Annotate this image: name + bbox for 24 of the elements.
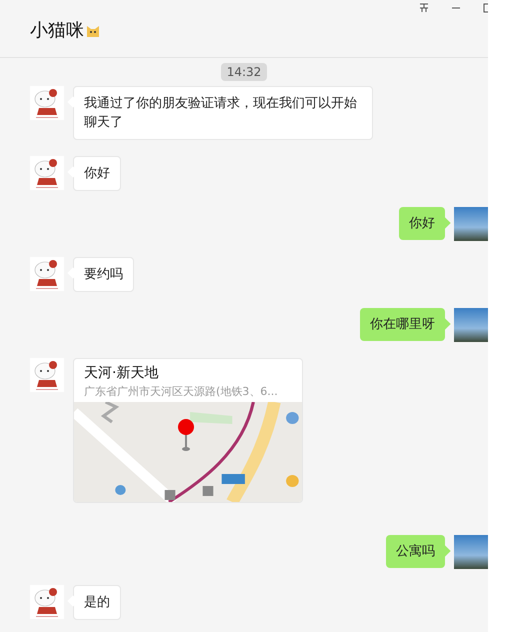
chat-title: 小猫咪: [30, 19, 84, 43]
cartoon-cat-avatar: [30, 257, 64, 291]
message-bubble: 要约吗: [73, 257, 134, 292]
location-card[interactable]: 天河·新天地 广东省广州市天河区天源路(地铁3、6...: [73, 358, 303, 503]
photo-placeholder: [454, 207, 488, 241]
cartoon-cat-avatar: [30, 86, 64, 120]
photo-placeholder: [454, 535, 488, 569]
message-bubble: 公寓吗: [386, 535, 445, 568]
location-address: 广东省广州市天河区天源路(地铁3、6...: [84, 384, 278, 400]
timestamp: 14:32: [220, 63, 268, 81]
location-title: 天河·新天地: [84, 364, 160, 383]
maximize-icon[interactable]: [483, 3, 488, 13]
cartoon-cat-avatar: [30, 156, 64, 190]
message-bubble: 我通过了你的朋友验证请求，现在我们可以开始聊天了: [73, 86, 373, 140]
photo-placeholder: [454, 308, 488, 342]
message-bubble: 你在哪里呀: [360, 308, 445, 341]
message-bubble: 是的: [73, 585, 121, 620]
cartoon-cat-avatar: [30, 358, 64, 392]
cartoon-cat-avatar: [30, 585, 64, 619]
message-bubble: 你好: [73, 156, 121, 191]
pin-icon[interactable]: [419, 3, 429, 13]
message-bubble: 你好: [399, 207, 445, 240]
map-pin-icon: [177, 418, 195, 452]
cat-face-icon: [86, 24, 100, 38]
